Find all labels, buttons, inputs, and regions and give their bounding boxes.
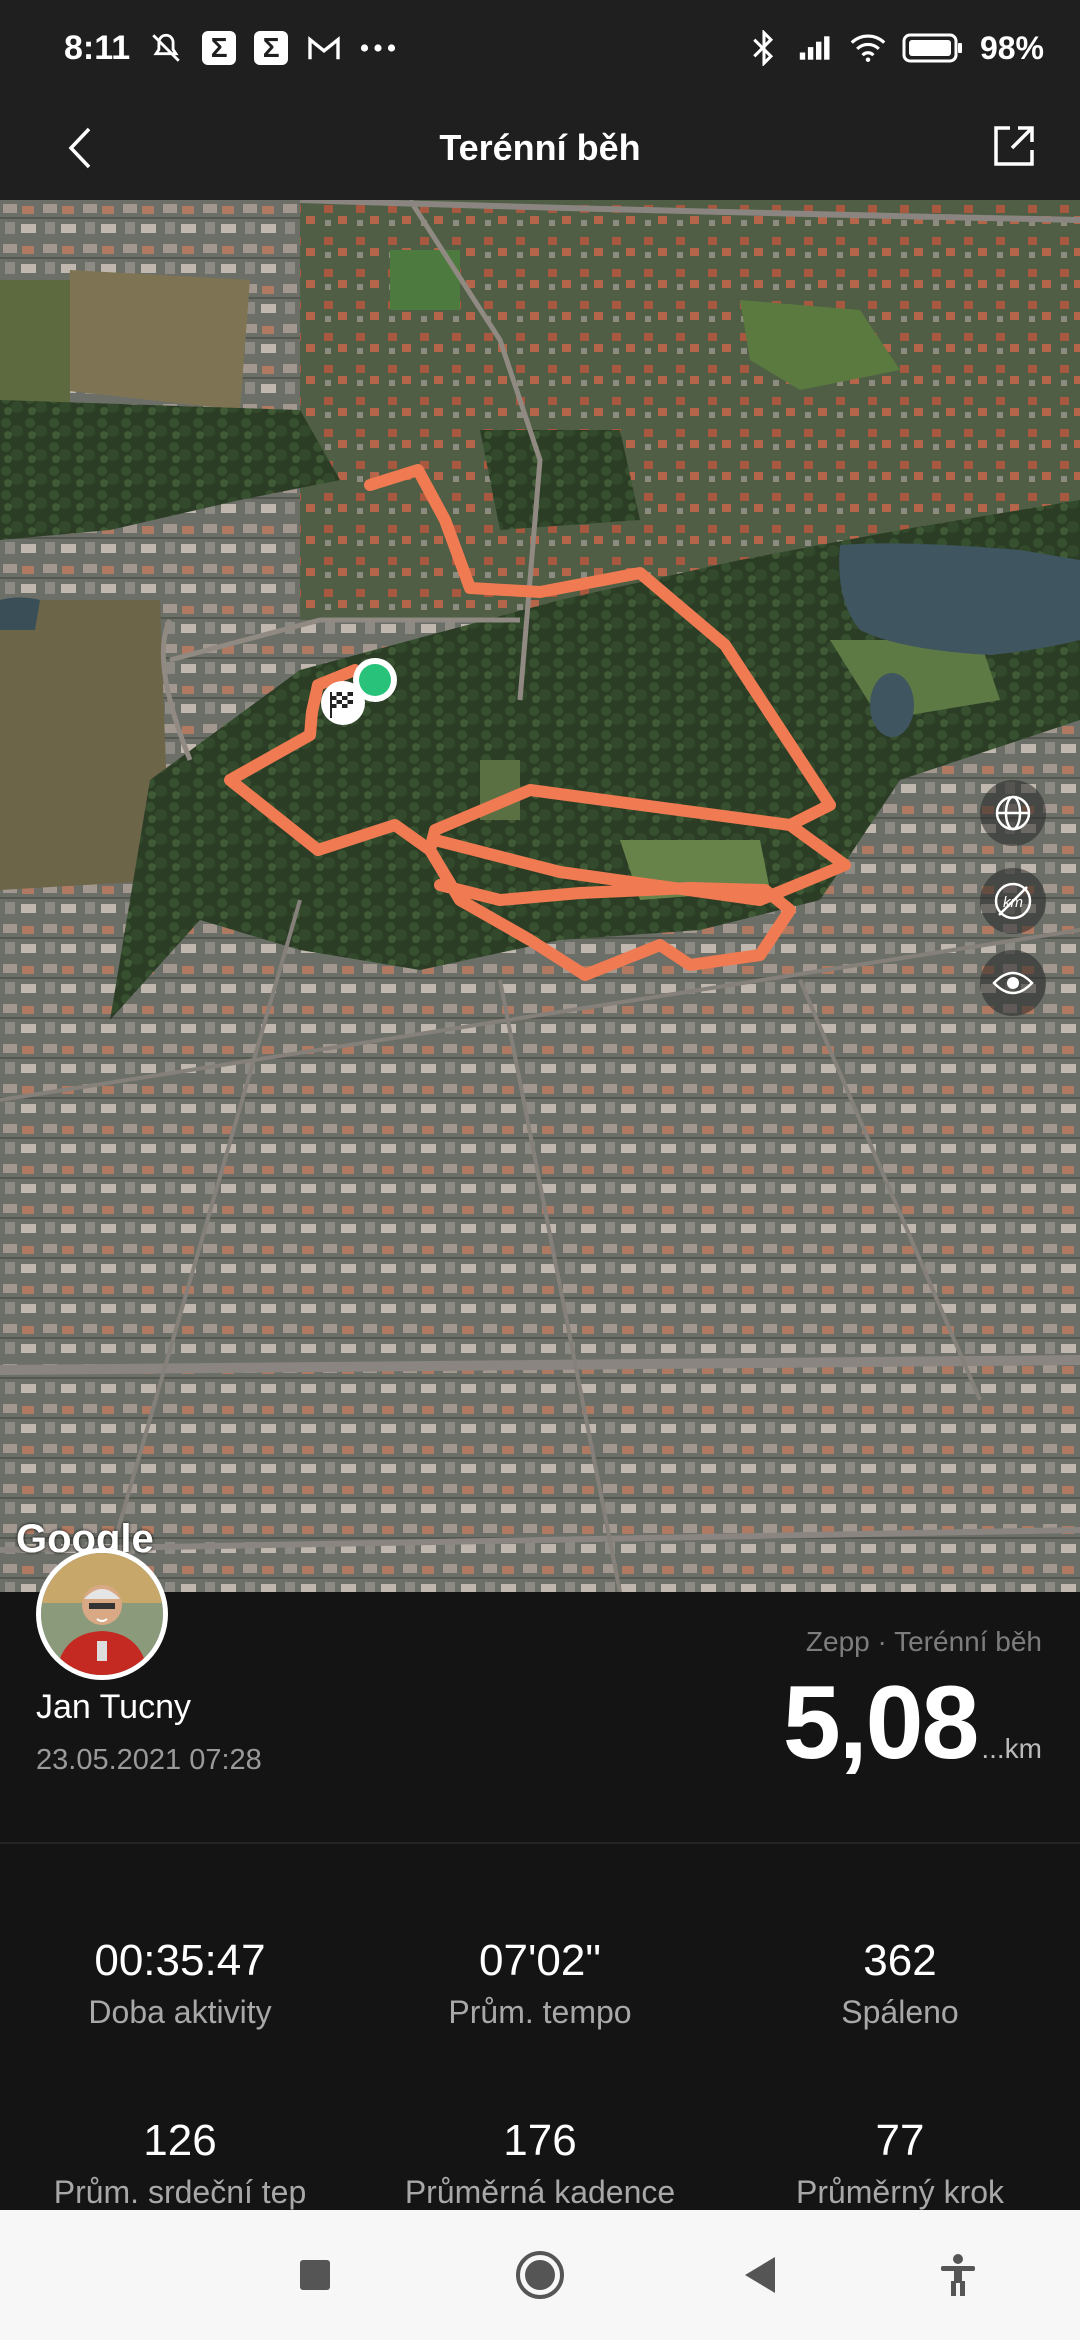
distance-value: 5,08 <box>782 1665 979 1781</box>
status-bar: 8:11 Σ Σ 98% <box>0 0 1080 96</box>
stat-label: Průměrný krok <box>795 2174 1005 2210</box>
km-off-icon: km <box>994 882 1032 920</box>
route-map[interactable]: km Google <box>0 200 1080 1592</box>
activity-datetime: 23.05.2021 07:28 <box>36 1744 262 1776</box>
sigma-icon: Σ <box>202 31 237 65</box>
avatar[interactable] <box>36 1548 168 1680</box>
signal-icon <box>798 30 834 66</box>
system-navigation-bar <box>0 2210 1080 2340</box>
recents-button[interactable] <box>285 2245 345 2305</box>
globe-icon <box>995 795 1031 831</box>
stat-label: Doba aktivity <box>88 1994 272 2030</box>
share-button[interactable] <box>982 114 1046 178</box>
sigma-icon: Σ <box>254 31 289 65</box>
back-button[interactable] <box>48 116 112 180</box>
stat-label: Prům. srdeční tep <box>53 2174 307 2210</box>
back-icon <box>745 2257 775 2293</box>
stat-value: 77 <box>875 2116 925 2165</box>
activity-summary: Jan Tucny 23.05.2021 07:28 Zepp · Terénn… <box>0 1548 1080 1842</box>
user-name: Jan Tucny <box>36 1688 191 1726</box>
eye-icon <box>992 971 1034 995</box>
map-layer-button[interactable] <box>980 780 1046 846</box>
stat-heart-rate: 126 Prům. srdeční tep <box>0 2116 360 2211</box>
activity-source: Zepp · Terénní běh <box>805 1626 1042 1657</box>
bluetooth-icon <box>746 30 782 66</box>
wifi-icon <box>850 30 886 66</box>
stat-value: 176 <box>503 2116 577 2165</box>
distance-unit: ...km <box>981 1733 1042 1764</box>
chevron-left-icon <box>68 127 91 169</box>
stat-label: Průměrná kadence <box>404 2174 676 2210</box>
accessibility-icon <box>941 2254 975 2296</box>
share-external-icon <box>994 126 1034 166</box>
stat-value: 00:35:47 <box>94 1936 266 1985</box>
stat-duration: 00:35:47 Doba aktivity <box>0 1936 360 2031</box>
stat-value: 362 <box>863 1936 937 1985</box>
stat-label: Prům. tempo <box>448 1994 632 2030</box>
km-markers-toggle[interactable]: km <box>980 868 1046 934</box>
home-button[interactable] <box>510 2245 570 2305</box>
stat-label: Spáleno <box>841 1994 959 2030</box>
page-title: Terénní běh <box>439 127 641 168</box>
mute-icon <box>148 30 184 66</box>
home-icon <box>516 2251 564 2299</box>
top-app-bar: Terénní běh <box>0 96 1080 200</box>
gmail-icon <box>306 30 342 66</box>
stat-pace: 07'02" Prům. tempo <box>360 1936 720 2031</box>
stat-value: 126 <box>143 2116 217 2165</box>
recents-icon <box>300 2260 330 2290</box>
satellite-map-image <box>0 200 1080 1592</box>
battery-percent: 98% <box>979 29 1044 66</box>
more-dots-icon <box>360 30 396 66</box>
stat-value: 07'02" <box>479 1936 601 1985</box>
stats-grid: 00:35:47 Doba aktivity 07'02" Prům. temp… <box>0 1844 1080 2210</box>
status-time: 8:11 <box>64 28 131 67</box>
system-back-button[interactable] <box>730 2245 790 2305</box>
stat-stride: 77 Průměrný krok <box>720 2116 1080 2211</box>
stat-calories: 362 Spáleno <box>720 1936 1080 2031</box>
visibility-toggle[interactable] <box>980 950 1046 1016</box>
stat-cadence: 176 Průměrná kadence <box>360 2116 720 2211</box>
battery-icon <box>902 30 964 66</box>
accessibility-button[interactable] <box>928 2245 988 2305</box>
distance-readout: 5,08 ...km <box>783 1664 1042 1783</box>
